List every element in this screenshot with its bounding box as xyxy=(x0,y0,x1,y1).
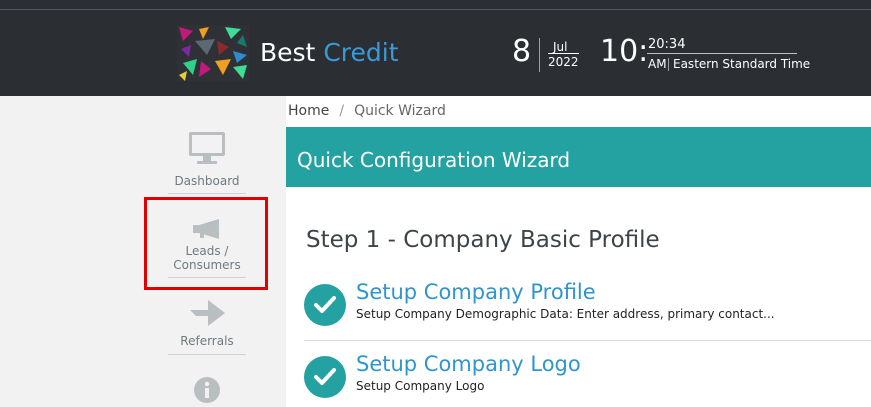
task-description: Setup Company Demographic Data: Enter ad… xyxy=(356,307,775,321)
task-divider xyxy=(304,340,871,341)
task-complete-check[interactable] xyxy=(304,356,346,398)
task-description: Setup Company Logo xyxy=(356,379,485,393)
page-title: Quick Configuration Wizard xyxy=(297,148,571,172)
task-title-link[interactable]: Setup Company Logo xyxy=(356,352,581,376)
time-zone: Eastern Standard Time xyxy=(673,57,811,71)
header-top-rule xyxy=(0,9,871,10)
sidebar-item-dashboard[interactable]: Dashboard xyxy=(168,131,246,194)
date-month: Jul xyxy=(553,40,568,54)
time-minute: 20:34 xyxy=(648,37,686,52)
step-title: Step 1 - Company Basic Profile xyxy=(306,227,660,253)
sidebar-item-label: Referrals xyxy=(180,334,234,348)
time-ampm: AM xyxy=(648,57,667,71)
task-complete-check[interactable] xyxy=(304,284,346,326)
sidebar-divider xyxy=(168,354,246,355)
checkmark-icon xyxy=(314,296,336,313)
company-logo[interactable] xyxy=(177,25,249,81)
breadcrumb-current: Quick Wizard xyxy=(354,103,446,119)
highlight-annotation xyxy=(144,197,268,290)
info-icon xyxy=(194,377,220,403)
breadcrumb: Home / Quick Wizard xyxy=(288,103,446,119)
share-arrow-icon xyxy=(190,300,225,326)
breadcrumb-home[interactable]: Home xyxy=(288,103,329,119)
monitor-icon xyxy=(189,132,225,164)
date-year: 2022 xyxy=(548,53,579,69)
sidebar-item-info[interactable] xyxy=(168,376,246,404)
sidebar-item-label: Dashboard xyxy=(174,174,240,188)
checkmark-icon xyxy=(314,368,336,385)
time-hour: 10: xyxy=(600,34,649,69)
time-divider xyxy=(647,53,797,54)
task-title-link[interactable]: Setup Company Profile xyxy=(356,280,596,304)
brand-name-primary: Best xyxy=(260,38,316,67)
brand-name-accent: Credit xyxy=(323,38,399,67)
wizard-banner: Quick Configuration Wizard xyxy=(286,127,871,187)
time-zone-divider xyxy=(668,58,669,71)
app-header: Best Credit 8 Jul 2022 10: 20:34 AM East… xyxy=(0,0,871,96)
sidebar-divider xyxy=(168,193,246,194)
date-divider xyxy=(539,38,540,72)
brand-name[interactable]: Best Credit xyxy=(260,38,399,67)
date-day: 8 xyxy=(512,34,532,69)
breadcrumb-separator: / xyxy=(339,103,345,119)
sidebar-item-referrals[interactable]: Referrals xyxy=(168,298,246,355)
